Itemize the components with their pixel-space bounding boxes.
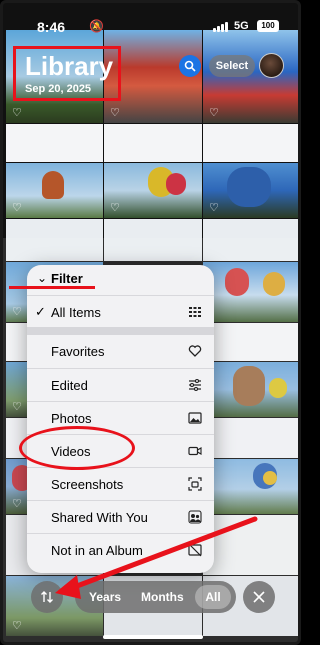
annotation-arrow xyxy=(55,516,258,599)
home-indicator xyxy=(103,635,203,639)
phone-frame: ♡ ♡ ♡ ♡ ♡ ♡ ♡ ♡ ♡ ♡ 8:46 🔕 5G 100 Librar… xyxy=(0,0,301,645)
